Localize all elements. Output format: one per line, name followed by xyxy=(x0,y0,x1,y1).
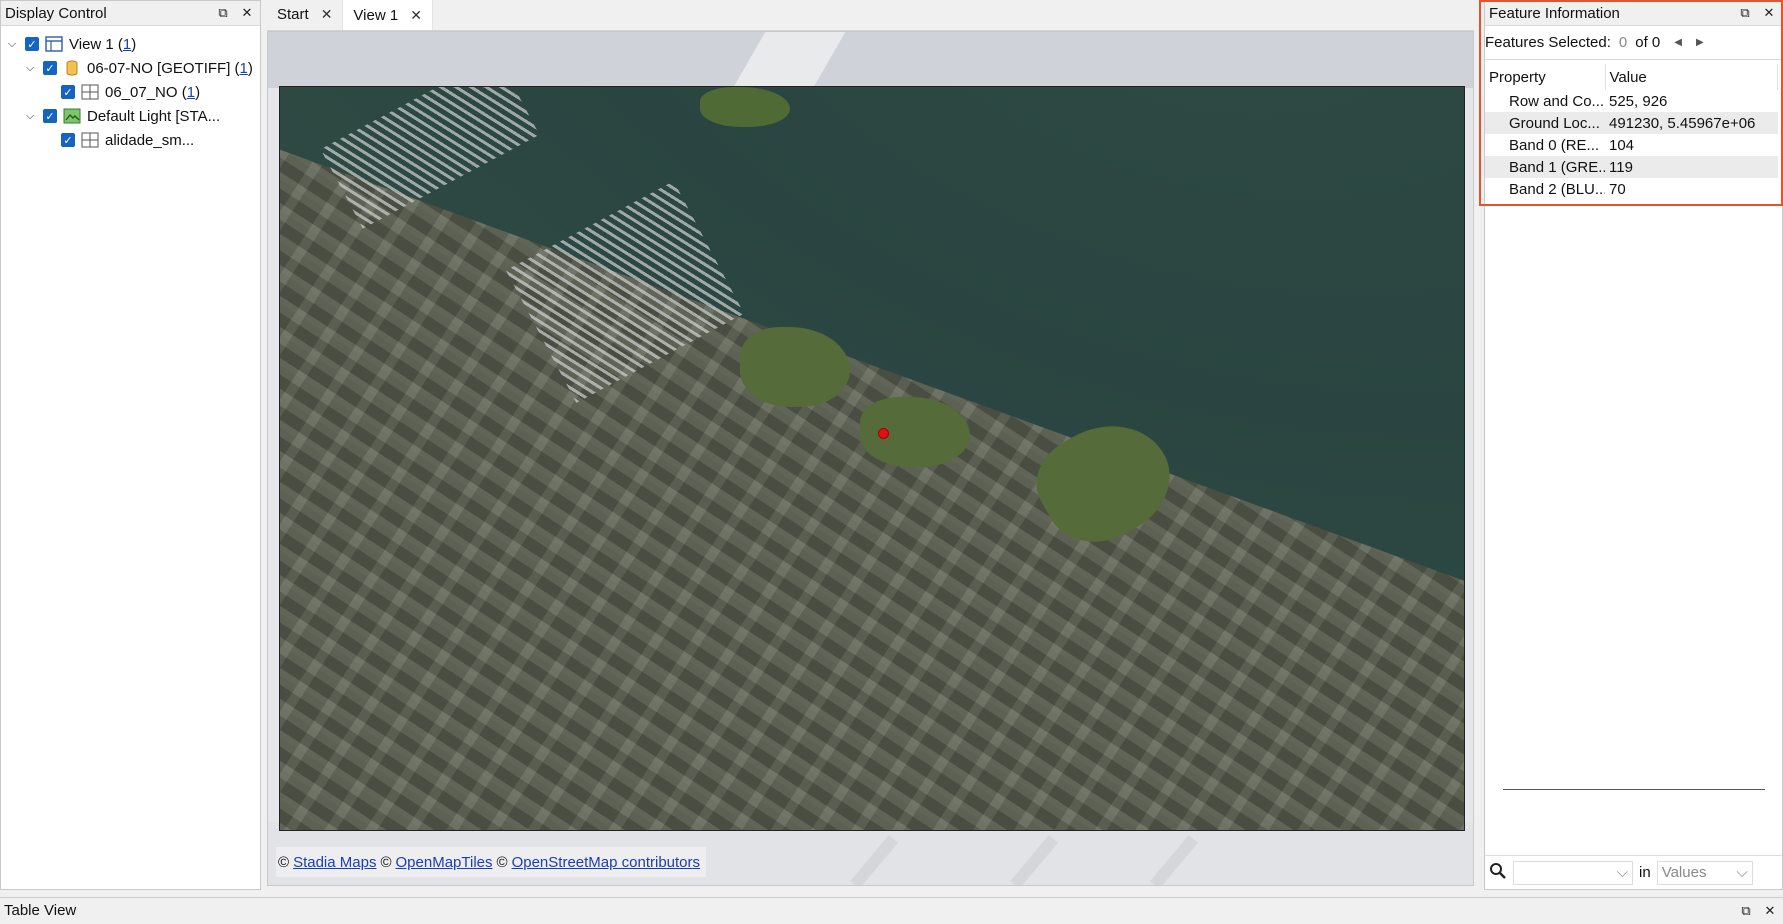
tree-item-tiles[interactable]: ✓ alidade_sm... xyxy=(1,128,260,152)
tab-bar: Start ✕ View 1 ✕ xyxy=(267,0,1474,31)
map-icon xyxy=(63,108,81,124)
basemap-water xyxy=(268,32,1473,88)
divider xyxy=(1503,789,1765,790)
display-control-header: Display Control ⧉ ✕ xyxy=(1,1,260,26)
close-icon[interactable]: ✕ xyxy=(321,6,333,23)
close-icon[interactable]: ✕ xyxy=(1763,903,1777,918)
view-icon xyxy=(45,36,63,52)
float-icon[interactable]: ⧉ xyxy=(216,5,230,20)
count-link[interactable]: 1 xyxy=(187,84,195,101)
chevron-down-icon: ⌵ xyxy=(1736,864,1748,881)
close-icon[interactable]: ✕ xyxy=(240,5,254,20)
tree-item-basemap[interactable]: ⌵ ✓ Default Light [STA... xyxy=(1,104,260,128)
feature-search-bar: ⌵ in Values ⌵ xyxy=(1485,855,1782,889)
openmaptiles-link[interactable]: OpenMapTiles xyxy=(396,854,493,871)
float-icon[interactable]: ⧉ xyxy=(1739,903,1753,918)
count-link[interactable]: 1 xyxy=(240,60,248,77)
chevron-down-icon[interactable]: ⌵ xyxy=(23,61,37,75)
tree-label: alidade_sm... xyxy=(105,131,195,149)
table-view-header: Table View ⧉ ✕ xyxy=(0,898,1783,923)
table-view-panel: Table View ⧉ ✕ xyxy=(0,897,1783,924)
selection-marker[interactable] xyxy=(878,428,889,439)
checkbox[interactable]: ✓ xyxy=(61,133,75,147)
tab-view-1[interactable]: View 1 ✕ xyxy=(343,0,433,30)
tree-label: View 1 ( xyxy=(69,35,123,53)
in-label: in xyxy=(1639,864,1651,881)
panel-title: Display Control xyxy=(5,4,107,22)
tree-item-raster[interactable]: ✓ 06_07_NO ( 1) xyxy=(1,80,260,104)
tab-label: View 1 xyxy=(353,6,399,24)
panel-title: Table View xyxy=(4,902,77,919)
tab-label: Start xyxy=(277,6,309,23)
map-attribution: © Stadia Maps © OpenMapTiles © OpenStree… xyxy=(276,847,707,877)
checkbox[interactable]: ✓ xyxy=(43,61,57,75)
grid-icon xyxy=(81,132,99,148)
stadia-maps-link[interactable]: Stadia Maps xyxy=(293,854,376,871)
tree-item-view[interactable]: ⌵ ✓ View 1 ( 1) xyxy=(1,32,260,56)
display-control-panel: Display Control ⧉ ✕ ⌵ ✓ View 1 ( 1) ⌵ ✓ … xyxy=(0,0,261,890)
checkbox[interactable]: ✓ xyxy=(43,109,57,123)
checkbox[interactable]: ✓ xyxy=(61,85,75,99)
tab-start[interactable]: Start ✕ xyxy=(267,0,344,30)
grid-icon xyxy=(81,84,99,100)
search-input[interactable]: ⌵ xyxy=(1513,860,1633,885)
tree-label: 06-07-NO [GEOTIFF] ( xyxy=(87,59,240,77)
chevron-down-icon[interactable]: ⌵ xyxy=(23,109,37,123)
tree-item-geotiff[interactable]: ⌵ ✓ 06-07-NO [GEOTIFF] ( 1) xyxy=(1,56,260,80)
tree-label: 06_07_NO ( xyxy=(105,83,187,101)
close-icon[interactable]: ✕ xyxy=(410,7,422,24)
search-icon xyxy=(1489,862,1507,884)
openstreetmap-link[interactable]: OpenStreetMap contributors xyxy=(512,854,700,871)
checkbox[interactable]: ✓ xyxy=(25,37,39,51)
aerial-island xyxy=(700,87,790,127)
chevron-down-icon: ⌵ xyxy=(1616,864,1628,881)
database-icon xyxy=(66,60,78,76)
map-canvas[interactable]: © Stadia Maps © OpenMapTiles © OpenStree… xyxy=(267,31,1474,886)
layer-tree: ⌵ ✓ View 1 ( 1) ⌵ ✓ 06-07-NO [GEOTIFF] (… xyxy=(1,26,260,152)
count-link[interactable]: 1 xyxy=(123,36,131,53)
search-field-select[interactable]: Values ⌵ xyxy=(1656,860,1753,885)
chevron-down-icon[interactable]: ⌵ xyxy=(5,37,19,51)
aerial-image-layer[interactable] xyxy=(279,86,1465,831)
highlight-box xyxy=(1479,0,1783,206)
tree-label: Default Light [STA... xyxy=(87,107,221,125)
